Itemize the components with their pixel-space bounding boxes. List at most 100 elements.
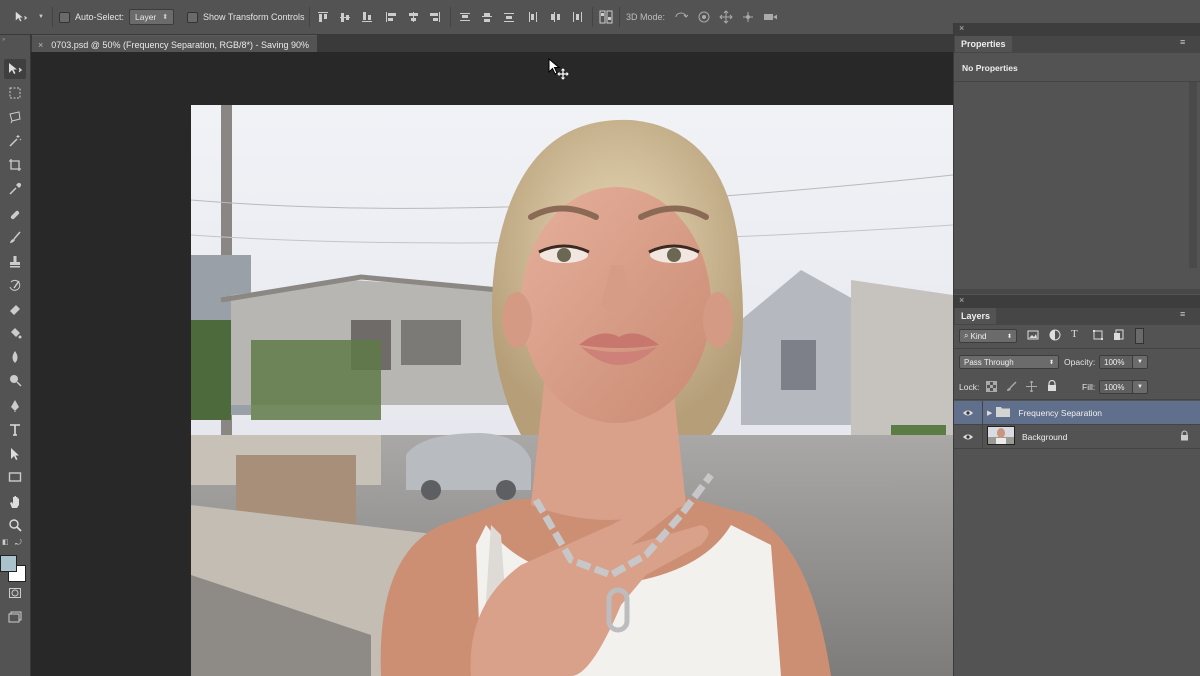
close-properties-icon[interactable]: × bbox=[959, 23, 964, 33]
history-brush-icon[interactable] bbox=[4, 276, 26, 296]
properties-scrollbar[interactable] bbox=[1189, 82, 1197, 268]
search-icon: ⌕ bbox=[964, 331, 969, 340]
move-tool-preset-icon[interactable] bbox=[14, 10, 28, 24]
panels-dock: × Properties ≡ No Properties × Layers ≡ … bbox=[953, 23, 1200, 676]
eraser-icon[interactable] bbox=[4, 299, 26, 319]
lock-transparent-pixels-icon[interactable] bbox=[986, 381, 997, 394]
move-cursor-icon bbox=[548, 57, 570, 82]
lock-image-pixels-icon[interactable] bbox=[1006, 381, 1017, 394]
tools-panel: » ◧ ⤾ bbox=[0, 35, 31, 676]
default-colors-icon[interactable]: ◧ bbox=[2, 538, 9, 546]
filter-type-layers-icon[interactable]: T bbox=[1071, 328, 1078, 340]
close-document-icon[interactable]: × bbox=[38, 40, 43, 50]
quick-mask-icon[interactable] bbox=[4, 583, 26, 603]
layers-panel-header: × bbox=[954, 295, 1200, 308]
document-tab[interactable]: × 0703.psd @ 50% (Frequency Separation, … bbox=[32, 35, 318, 53]
layers-tab[interactable]: Layers bbox=[955, 308, 997, 324]
distribute-horizontal-center-icon[interactable] bbox=[548, 10, 562, 24]
opacity-slider-dropdown[interactable]: ▼ bbox=[1132, 355, 1148, 369]
blur-tool-icon[interactable] bbox=[4, 347, 26, 367]
auto-select-dropdown[interactable]: Layer ⬍ bbox=[129, 9, 175, 25]
swap-colors-icon[interactable]: ⤾ bbox=[15, 538, 22, 548]
lasso-tool-icon[interactable] bbox=[4, 107, 26, 127]
align-horizontal-center-icon[interactable] bbox=[406, 10, 420, 24]
pen-tool-icon[interactable] bbox=[4, 396, 26, 416]
screen-mode-icon[interactable] bbox=[4, 607, 26, 627]
tool-preset-dropdown-icon[interactable]: ▼ bbox=[36, 10, 46, 24]
expand-group-icon[interactable]: ▶ bbox=[987, 409, 992, 417]
magic-wand-icon[interactable] bbox=[4, 131, 26, 151]
properties-panel-menu-icon[interactable]: ≡ bbox=[1180, 37, 1185, 47]
panel-resize-handle[interactable] bbox=[954, 289, 1200, 294]
document-title: 0703.psd @ 50% (Frequency Separation, RG… bbox=[51, 39, 310, 50]
filter-toggle-switch[interactable] bbox=[1135, 328, 1144, 344]
type-tool-icon[interactable] bbox=[4, 420, 26, 440]
marquee-tool-icon[interactable] bbox=[4, 83, 26, 103]
visibility-eye-icon[interactable] bbox=[954, 409, 982, 417]
properties-tab[interactable]: Properties bbox=[955, 36, 1012, 52]
fill-field[interactable]: 100% bbox=[1099, 380, 1135, 394]
auto-select-checkbox[interactable]: Auto-Select: bbox=[59, 9, 124, 25]
move-tool-icon[interactable] bbox=[4, 59, 26, 79]
layer-thumbnail bbox=[987, 426, 1015, 447]
distribute-right-icon[interactable] bbox=[570, 10, 584, 24]
layer-lock-icon bbox=[1180, 430, 1189, 443]
close-layers-icon[interactable]: × bbox=[959, 295, 964, 305]
filter-shape-layers-icon[interactable] bbox=[1092, 329, 1104, 343]
layer-name: Background bbox=[1022, 431, 1068, 442]
crop-tool-icon[interactable] bbox=[4, 155, 26, 175]
3d-mode-label: 3D Mode: bbox=[626, 12, 666, 22]
distribute-vertical-center-icon[interactable] bbox=[480, 10, 494, 24]
layer-row-background[interactable]: Background bbox=[954, 425, 1200, 449]
folder-icon bbox=[996, 406, 1011, 419]
opacity-field[interactable]: 100% bbox=[1099, 355, 1135, 369]
3d-slide-icon[interactable] bbox=[741, 10, 755, 24]
filter-pixel-layers-icon[interactable] bbox=[1027, 329, 1039, 343]
layer-row-frequency-separation[interactable]: ▶ Frequency Separation bbox=[954, 401, 1200, 425]
zoom-tool-icon[interactable] bbox=[4, 515, 26, 535]
3d-rotate-icon[interactable] bbox=[674, 10, 688, 24]
align-bottom-icon[interactable] bbox=[360, 10, 374, 24]
align-top-icon[interactable] bbox=[316, 10, 330, 24]
auto-align-layers-icon[interactable] bbox=[599, 10, 613, 24]
filter-kind-value: Kind bbox=[970, 331, 987, 341]
fill-value: 100% bbox=[1104, 382, 1125, 392]
blend-mode-value: Pass Through bbox=[964, 357, 1014, 367]
layer-name: Frequency Separation bbox=[1018, 407, 1103, 418]
filter-adjustment-layers-icon[interactable] bbox=[1049, 329, 1061, 343]
distribute-left-icon[interactable] bbox=[526, 10, 540, 24]
layer-filter-kind-dropdown[interactable]: ⌕ Kind ⬍ bbox=[959, 329, 1017, 343]
lock-position-icon[interactable] bbox=[1026, 380, 1037, 394]
path-selection-icon[interactable] bbox=[4, 444, 26, 464]
hand-tool-icon[interactable] bbox=[4, 492, 26, 512]
healing-brush-icon[interactable] bbox=[4, 205, 26, 225]
rectangle-tool-icon[interactable] bbox=[4, 467, 26, 487]
dodge-tool-icon[interactable] bbox=[4, 370, 26, 390]
show-transform-controls-label: Show Transform Controls bbox=[203, 12, 305, 22]
visibility-eye-icon[interactable] bbox=[954, 433, 982, 441]
opacity-label: Opacity: bbox=[1064, 357, 1096, 367]
collapse-toolbar-icon[interactable]: » bbox=[2, 37, 5, 43]
align-right-icon[interactable] bbox=[428, 10, 442, 24]
3d-scale-icon[interactable] bbox=[763, 10, 777, 24]
clone-stamp-icon[interactable] bbox=[4, 252, 26, 272]
eyedropper-icon[interactable] bbox=[4, 179, 26, 199]
align-left-icon[interactable] bbox=[384, 10, 398, 24]
lock-all-icon[interactable] bbox=[1047, 379, 1057, 394]
foreground-color-swatch[interactable] bbox=[0, 555, 17, 572]
properties-content: No Properties bbox=[962, 63, 1018, 73]
document-canvas-image[interactable] bbox=[191, 105, 953, 676]
align-vertical-center-icon[interactable] bbox=[338, 10, 352, 24]
3d-roll-icon[interactable] bbox=[697, 10, 711, 24]
show-transform-controls-checkbox[interactable]: Show Transform Controls bbox=[187, 9, 305, 25]
layers-panel-menu-icon[interactable]: ≡ bbox=[1180, 309, 1185, 319]
paint-bucket-icon[interactable] bbox=[4, 323, 26, 343]
distribute-bottom-icon[interactable] bbox=[502, 10, 516, 24]
distribute-top-icon[interactable] bbox=[458, 10, 472, 24]
3d-pan-icon[interactable] bbox=[719, 10, 733, 24]
fill-slider-dropdown[interactable]: ▼ bbox=[1132, 380, 1148, 394]
brush-tool-icon[interactable] bbox=[4, 228, 26, 248]
opacity-value: 100% bbox=[1104, 357, 1125, 367]
filter-smart-objects-icon[interactable] bbox=[1113, 329, 1125, 343]
blend-mode-dropdown[interactable]: Pass Through ⬍ bbox=[959, 355, 1059, 369]
